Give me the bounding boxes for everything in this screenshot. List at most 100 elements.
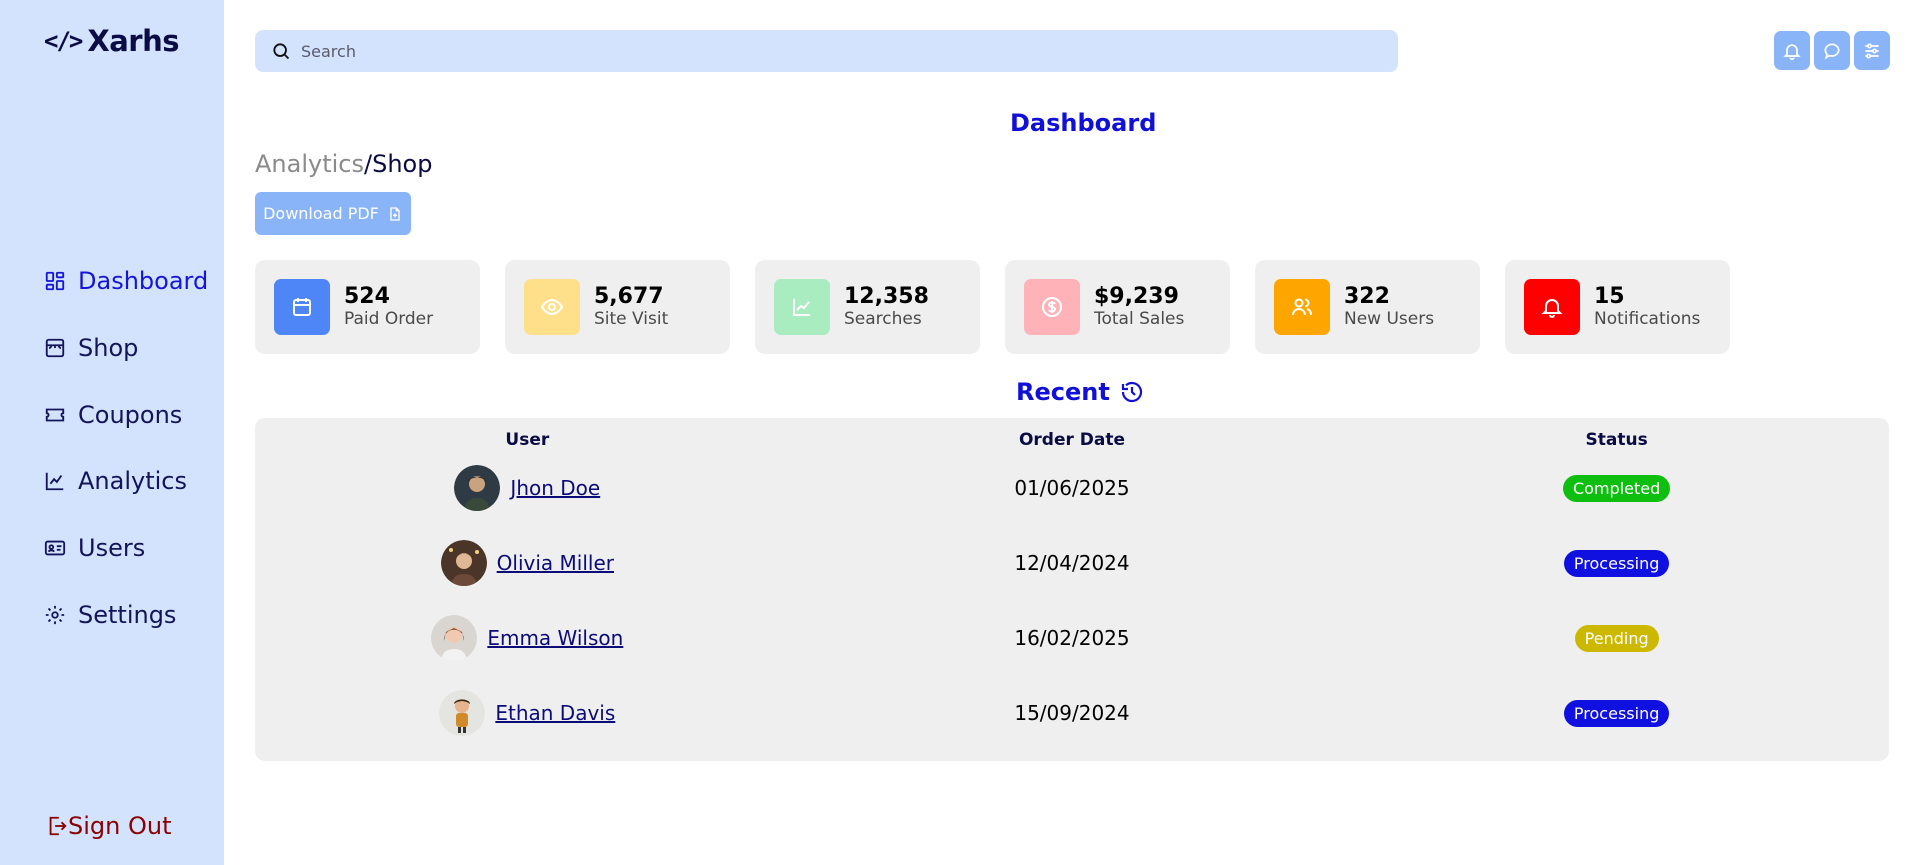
status-badge: Completed	[1563, 474, 1671, 502]
recent-title: Recent	[1016, 378, 1110, 406]
stat-label: Searches	[844, 309, 922, 329]
user-name-link[interactable]: Ethan Davis	[495, 701, 615, 725]
stat-label: Site Visit	[594, 309, 669, 329]
table-header: User Order Date Status	[255, 430, 1889, 450]
sidebar-item-analytics[interactable]: Analytics	[44, 448, 208, 515]
avatar-image	[439, 690, 486, 736]
users-icon	[1292, 298, 1312, 316]
sidebar-item-coupons[interactable]: Coupons	[44, 381, 208, 448]
avatar	[440, 540, 487, 586]
stat-cards: 524 Paid Order 5,677 Site Visit 12,358 S…	[255, 260, 1730, 354]
stat-value: 322	[1344, 284, 1390, 309]
table-row: Ethan Davis 15/09/2024 Processing	[255, 683, 1889, 743]
search-bar[interactable]	[255, 30, 1398, 72]
sign-out-button[interactable]: Sign Out	[46, 812, 172, 840]
stat-card-paid-order[interactable]: 524 Paid Order	[255, 260, 480, 354]
user-name-link[interactable]: Jhon Doe	[510, 476, 600, 500]
stat-card-searches[interactable]: 12,358 Searches	[755, 260, 980, 354]
avatar	[439, 690, 486, 736]
stat-label: Paid Order	[344, 309, 434, 329]
dashboard-grid-icon	[45, 272, 65, 291]
stat-card-notifications[interactable]: 15 Notifications	[1505, 260, 1730, 354]
avatar	[431, 615, 478, 661]
sidebar-item-label: Settings	[78, 600, 177, 629]
user-cell: Ethan Davis	[255, 690, 800, 736]
sidebar-item-shop[interactable]: Shop	[44, 315, 208, 382]
breadcrumb-current: Shop	[372, 150, 433, 178]
stat-icon-box	[1524, 279, 1580, 335]
stat-value: 524	[344, 284, 390, 309]
stat-label: Total Sales	[1094, 309, 1185, 329]
eye-icon	[540, 298, 564, 316]
column-header-status: Status	[1585, 430, 1648, 450]
sidebar-item-users[interactable]: Users	[44, 515, 208, 582]
logout-icon	[49, 816, 67, 836]
status-cell: Processing	[1344, 549, 1889, 577]
gear-icon	[45, 605, 65, 624]
messages-button[interactable]	[1814, 31, 1850, 70]
history-icon[interactable]	[1120, 380, 1144, 404]
recent-orders-table: User Order Date Status Jhon Doe 01/06/20…	[255, 418, 1889, 761]
sidebar-item-dashboard[interactable]: Dashboard	[44, 248, 208, 315]
order-date: 12/04/2024	[1014, 551, 1130, 575]
stat-icon-box	[1274, 279, 1330, 335]
stat-icon-box	[1024, 279, 1080, 335]
stat-card-new-users[interactable]: 322 New Users	[1255, 260, 1480, 354]
status-badge: Processing	[1563, 699, 1670, 727]
avatar-image	[440, 540, 487, 586]
user-cell: Emma Wilson	[255, 615, 800, 661]
code-icon: </>	[44, 27, 83, 55]
file-plus-icon	[390, 206, 400, 221]
stat-card-site-visit[interactable]: 5,677 Site Visit	[505, 260, 730, 354]
order-date: 16/02/2025	[1014, 626, 1130, 650]
stat-value: 12,358	[844, 284, 929, 309]
status-badge: Pending	[1574, 624, 1659, 652]
sidebar-nav: Dashboard Shop Coupons Analytics Users S…	[44, 248, 208, 648]
stat-icon-box	[274, 279, 330, 335]
breadcrumb: Analytics/Shop	[255, 150, 432, 178]
sidebar-item-settings[interactable]: Settings	[44, 581, 208, 648]
status-cell: Completed	[1344, 474, 1889, 502]
bell-icon	[1783, 43, 1801, 60]
calendar-icon	[293, 298, 311, 316]
stat-card-total-sales[interactable]: $9,239 Total Sales	[1005, 260, 1230, 354]
table-row: Emma Wilson 16/02/2025 Pending	[255, 608, 1889, 668]
breadcrumb-parent[interactable]: Analytics	[255, 150, 364, 178]
brand-logo[interactable]: </> Xarhs	[44, 24, 179, 58]
sidebar-item-label: Analytics	[78, 467, 187, 496]
avatar-image	[454, 465, 501, 511]
notifications-button[interactable]	[1774, 31, 1810, 70]
stat-label: Notifications	[1594, 309, 1701, 329]
download-pdf-button[interactable]: Download PDF	[255, 192, 411, 235]
stat-value: 15	[1594, 284, 1625, 309]
sidebar-item-label: Users	[78, 534, 146, 563]
sign-out-label: Sign Out	[68, 812, 172, 840]
shop-icon	[45, 338, 65, 358]
table-row: Olivia Miller 12/04/2024 Processing	[255, 533, 1889, 593]
status-badge: Processing	[1563, 549, 1670, 577]
sidebar-item-label: Shop	[78, 334, 139, 363]
bell-icon	[1541, 299, 1563, 318]
brand-name: Xarhs	[87, 24, 179, 58]
stat-icon-box	[774, 279, 830, 335]
stat-icon-box	[524, 279, 580, 335]
settings-sliders-button[interactable]	[1854, 31, 1890, 70]
breadcrumb-separator: /	[363, 150, 373, 178]
search-input[interactable]	[301, 41, 1301, 61]
order-date: 15/09/2024	[1014, 701, 1130, 725]
search-icon	[273, 43, 290, 60]
chat-icon	[1824, 42, 1840, 59]
date-cell: 16/02/2025	[800, 626, 1345, 650]
user-name-link[interactable]: Emma Wilson	[487, 626, 623, 650]
user-cell: Jhon Doe	[255, 465, 800, 511]
sidebar-item-label: Coupons	[78, 400, 183, 429]
user-name-link[interactable]: Olivia Miller	[497, 551, 614, 575]
id-card-icon	[44, 540, 66, 556]
ticket-icon	[45, 408, 65, 422]
stat-value: 5,677	[594, 284, 664, 309]
recent-heading: Recent	[1016, 378, 1144, 406]
order-date: 01/06/2025	[1014, 476, 1130, 500]
app-root: </> Xarhs Dashboard Shop Coupons Analyti…	[0, 0, 1917, 865]
table-row: Jhon Doe 01/06/2025 Completed	[255, 458, 1889, 518]
column-header-user: User	[505, 430, 550, 450]
